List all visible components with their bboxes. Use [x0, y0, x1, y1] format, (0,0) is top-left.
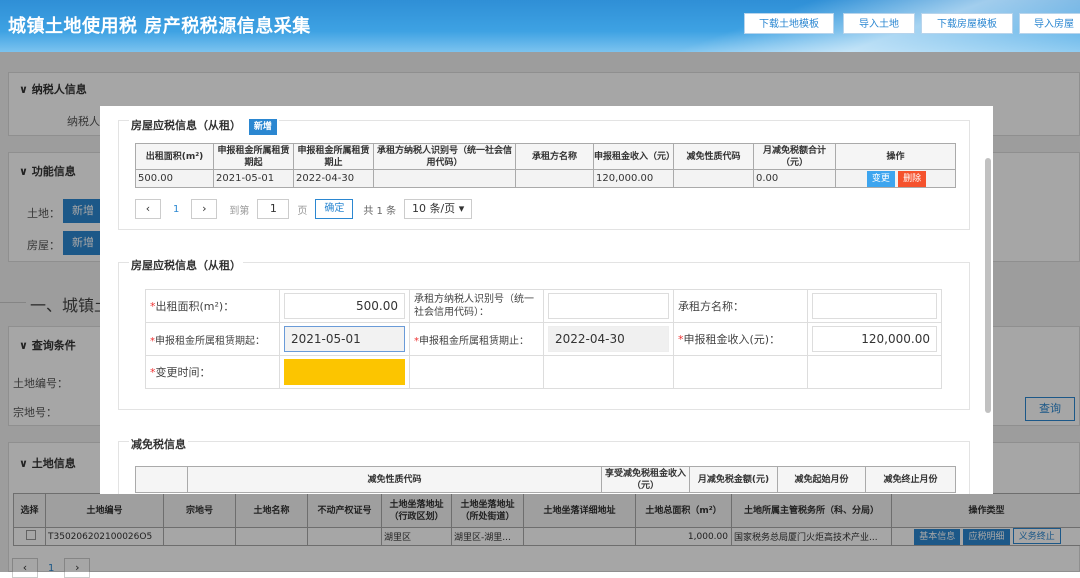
- page-size-value: 10 条/页: [412, 202, 455, 215]
- table-row: 500.00 2021-05-01 2022-04-30 120,000.00 …: [136, 170, 956, 188]
- rent-end-label: 申报租金所属租赁期止：: [419, 336, 529, 347]
- rent-area-label: 出租面积(m²)：: [156, 300, 235, 313]
- col-relief-income: 享受减免税租金收入（元）: [602, 467, 690, 493]
- relief-table-header: 减免性质代码 享受减免税租金收入（元） 月减免税金额(元) 减免起始月份 减免终…: [136, 467, 956, 493]
- col-relief-end: 减免终止月份: [866, 467, 956, 493]
- col-relief-amount: 月减免税金额(元): [690, 467, 778, 493]
- col-rent-start: 申报租金所属租赁期起: [214, 144, 294, 170]
- page-input[interactable]: 1: [257, 199, 289, 219]
- tenant-id-input[interactable]: [548, 293, 669, 319]
- rental-list-title: 房屋应税信息（从租）: [131, 119, 241, 132]
- download-house-template-button[interactable]: 下载房屋模板: [921, 13, 1013, 34]
- dropdown-icon: ▾: [459, 202, 465, 215]
- total-count: 共 1 条: [363, 202, 396, 217]
- import-land-button[interactable]: 导入土地: [843, 13, 915, 34]
- tenant-id-label: 承租方纳税人识别号（统一社会信用代码）：: [410, 290, 544, 323]
- rental-list-section: 房屋应税信息（从租） 新增 出租面积(m²) 申报租金所属租赁期起 申报租金所属…: [118, 120, 970, 230]
- col-rent-end: 申报租金所属租赁期止: [294, 144, 374, 170]
- rental-table-header: 出租面积(m²) 申报租金所属租赁期起 申报租金所属租赁期止 承租方纳税人识别号…: [136, 144, 956, 170]
- col-relief-start: 减免起始月份: [778, 467, 866, 493]
- page-unit-label: 页: [297, 202, 307, 217]
- rental-tax-modal: 房屋应税信息（从租） 新增 出租面积(m²) 申报租金所属租赁期起 申报租金所属…: [100, 106, 993, 494]
- col-relief-code: 减免性质代码: [188, 467, 602, 493]
- col-tenant-id: 承租方纳税人识别号（统一社会信用代码）: [374, 144, 516, 170]
- confirm-page-button[interactable]: 确定: [315, 199, 353, 219]
- cell-tenant-name: [516, 170, 594, 188]
- change-time-input[interactable]: [284, 359, 405, 385]
- col-relief-code: 减免性质代码: [674, 144, 754, 170]
- rent-end-input[interactable]: 2022-04-30: [548, 326, 669, 352]
- rent-area-input[interactable]: 500.00: [284, 293, 405, 319]
- col-operation: 操作: [836, 144, 956, 170]
- next-page-button[interactable]: ›: [191, 199, 217, 219]
- prev-page-button[interactable]: ‹: [135, 199, 161, 219]
- new-rental-button[interactable]: 新增: [249, 119, 277, 135]
- relief-title: 减免税信息: [129, 436, 188, 452]
- import-house-button[interactable]: 导入房屋: [1019, 13, 1080, 34]
- tenant-name-label: 承租方名称：: [674, 290, 808, 323]
- cell-rent-end: 2022-04-30: [294, 170, 374, 188]
- rental-form: *出租面积(m²)： 500.00 承租方纳税人识别号（统一社会信用代码）： 承…: [145, 289, 942, 389]
- change-time-label: 变更时间：: [156, 366, 211, 379]
- cell-rent-area: 500.00: [136, 170, 214, 188]
- col-tenant-name: 承租方名称: [516, 144, 594, 170]
- tenant-name-input[interactable]: [812, 293, 937, 319]
- cell-rent-start: 2021-05-01: [214, 170, 294, 188]
- col-rent-area: 出租面积(m²): [136, 144, 214, 170]
- cell-relief-code: [674, 170, 754, 188]
- header-banner: 城镇土地使用税 房产税税源信息采集 下载土地模板 导入土地 下载房屋模板 导入房…: [0, 0, 1080, 52]
- relief-section: 减免税信息 减免性质代码 享受减免税租金收入（元） 月减免税金额(元) 减免起始…: [118, 441, 970, 494]
- delete-button[interactable]: 删除: [898, 171, 926, 187]
- rental-table: 出租面积(m²) 申报租金所属租赁期起 申报租金所属租赁期止 承租方纳税人识别号…: [135, 143, 956, 188]
- rent-start-input[interactable]: 2021-05-01: [284, 326, 405, 352]
- page-size-select[interactable]: 10 条/页 ▾: [404, 199, 472, 219]
- rent-income-label: 申报租金收入(元)：: [684, 333, 781, 346]
- download-land-template-button[interactable]: 下载土地模板: [744, 13, 834, 34]
- rental-form-title: 房屋应税信息（从租）: [129, 257, 243, 273]
- page-number[interactable]: 1: [173, 204, 179, 215]
- modal-pager: ‹ 1 › 到第 1 页 确定 共 1 条 10 条/页 ▾: [135, 199, 472, 219]
- rent-start-label: 申报租金所属租赁期起：: [155, 336, 265, 347]
- cell-monthly-relief: 0.00: [754, 170, 836, 188]
- col-rent-income: 申报租金收入（元）: [594, 144, 674, 170]
- cell-rent-income: 120,000.00: [594, 170, 674, 188]
- cell-tenant-id: [374, 170, 516, 188]
- goto-label: 到第: [229, 202, 249, 217]
- rent-income-input[interactable]: 120,000.00: [812, 326, 937, 352]
- relief-table: 减免性质代码 享受减免税租金收入（元） 月减免税金额(元) 减免起始月份 减免终…: [135, 466, 956, 493]
- change-button[interactable]: 变更: [867, 171, 895, 187]
- modal-scrollbar[interactable]: [985, 158, 991, 413]
- rental-form-section: 房屋应税信息（从租） *出租面积(m²)： 500.00 承租方纳税人识别号（统…: [118, 262, 970, 410]
- page-title: 城镇土地使用税 房产税税源信息采集: [8, 12, 311, 38]
- col-monthly-relief: 月减免税额合计（元）: [754, 144, 836, 170]
